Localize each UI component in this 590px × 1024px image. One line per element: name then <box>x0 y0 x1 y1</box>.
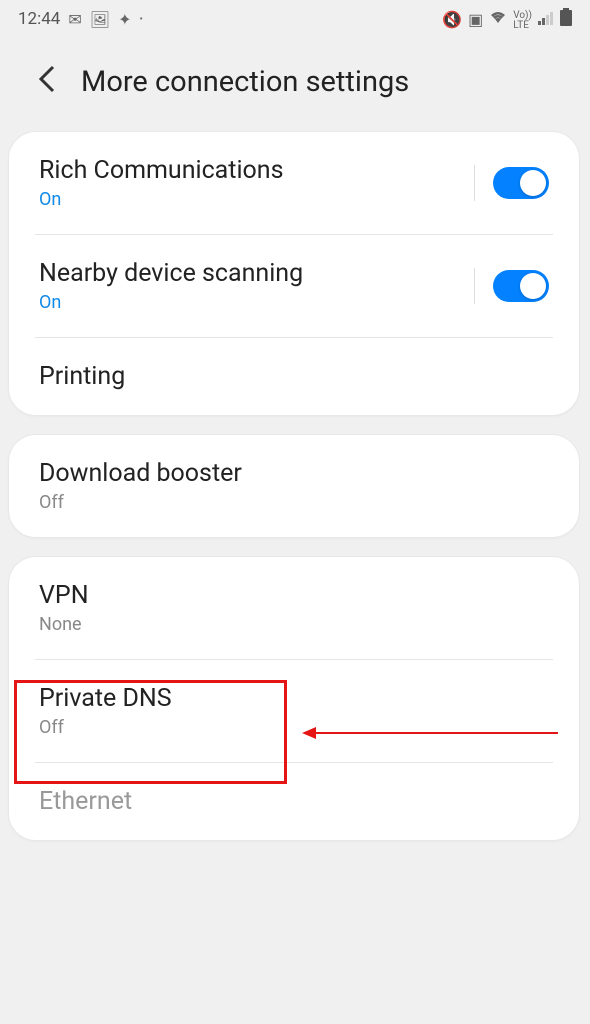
item-title: Nearby device scanning <box>39 259 303 288</box>
back-button[interactable] <box>38 63 56 101</box>
vpn-item[interactable]: VPN None <box>9 557 579 659</box>
ethernet-item[interactable]: Ethernet <box>9 763 579 840</box>
battery-icon <box>560 8 572 30</box>
item-title: Private DNS <box>39 684 172 713</box>
mail-icon: ✉ <box>68 10 81 29</box>
printing-item[interactable]: Printing <box>9 338 579 415</box>
status-time: 12:44 <box>18 9 60 29</box>
notification-icon: ✦ <box>118 10 131 29</box>
settings-group-2: Download booster Off <box>8 434 580 538</box>
data-saver-icon: ▣ <box>468 10 483 29</box>
nearby-device-scanning-toggle[interactable] <box>493 270 549 302</box>
settings-group-3: VPN None Private DNS Off Ethernet <box>8 556 580 841</box>
item-title: Download booster <box>39 459 242 488</box>
download-booster-item[interactable]: Download booster Off <box>9 435 579 537</box>
item-title: Printing <box>39 362 125 391</box>
page-title: More connection settings <box>81 65 409 99</box>
signal-icon <box>538 10 554 29</box>
header: More connection settings <box>0 38 590 131</box>
item-subtitle: None <box>39 614 89 635</box>
status-left: 12:44 ✉ 🖼 ✦ • <box>18 9 143 29</box>
private-dns-item[interactable]: Private DNS Off <box>9 660 579 762</box>
status-right: 🔇 ▣ Vo))LTE <box>442 8 572 30</box>
item-subtitle: Off <box>39 717 172 738</box>
rich-communications-toggle[interactable] <box>493 167 549 199</box>
wifi-icon <box>489 10 507 29</box>
image-icon: 🖼 <box>90 10 110 29</box>
status-bar: 12:44 ✉ 🖼 ✦ • 🔇 ▣ Vo))LTE <box>0 0 590 38</box>
lte-icon: Vo))LTE <box>513 11 532 31</box>
item-title: Ethernet <box>39 787 132 816</box>
toggle-divider <box>474 165 475 201</box>
nearby-device-scanning-item[interactable]: Nearby device scanning On <box>9 235 579 337</box>
item-subtitle: On <box>39 292 303 313</box>
item-title: Rich Communications <box>39 156 284 185</box>
item-subtitle: On <box>39 189 284 210</box>
toggle-divider <box>474 268 475 304</box>
more-icon: • <box>139 14 142 25</box>
mute-icon: 🔇 <box>442 10 462 29</box>
item-title: VPN <box>39 581 89 610</box>
item-subtitle: Off <box>39 492 242 513</box>
settings-group-1: Rich Communications On Nearby device sca… <box>8 131 580 416</box>
rich-communications-item[interactable]: Rich Communications On <box>9 132 579 234</box>
